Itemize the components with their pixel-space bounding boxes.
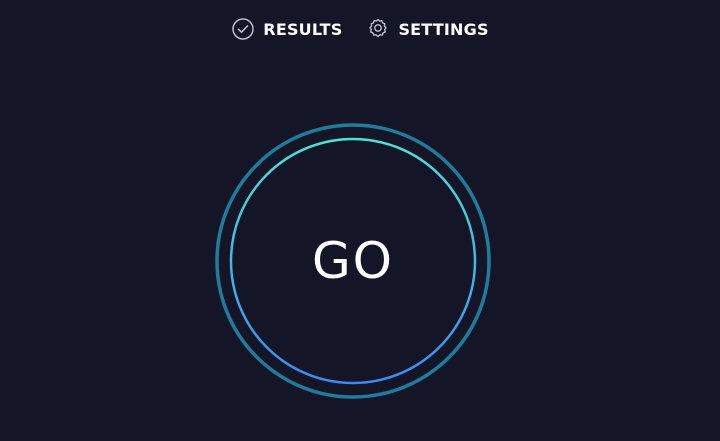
- top-navigation: RESULTS SETTINGS: [0, 17, 720, 41]
- check-circle-icon: [231, 17, 255, 41]
- go-label: GO: [311, 232, 395, 290]
- go-button[interactable]: GO: [229, 137, 477, 385]
- results-label: RESULTS: [263, 19, 343, 39]
- speedtest-screen: RESULTS SETTINGS GO: [0, 0, 720, 441]
- settings-link[interactable]: SETTINGS: [366, 17, 489, 41]
- settings-label: SETTINGS: [398, 19, 489, 39]
- gear-icon: [366, 17, 390, 41]
- results-link[interactable]: RESULTS: [231, 17, 342, 41]
- start-test-control: GO: [214, 122, 492, 400]
